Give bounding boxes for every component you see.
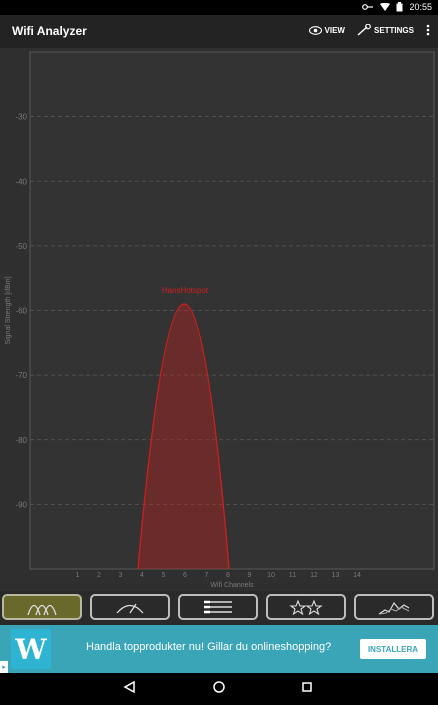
tab-channel-graph[interactable] [2, 594, 82, 620]
x-tick-label: 5 [162, 572, 166, 579]
wifi-icon [380, 2, 391, 11]
time-graph-icon [378, 601, 410, 615]
y-tick-label: -70 [15, 371, 27, 380]
recents-icon[interactable] [302, 682, 312, 692]
settings-label: SETTINGS [373, 25, 414, 35]
x-tick-label: 1 [76, 572, 80, 579]
navigation-bar [0, 673, 438, 700]
x-axis-label: Wifi Channels [210, 582, 254, 589]
eye-icon [308, 25, 322, 35]
tab-time-graph[interactable] [354, 594, 434, 620]
channel-graph-chart: -30-40-50-60-70-80-901 2 3 4 5 6 7 8 9 10 11 12 13 14… [5, 51, 435, 589]
gauge-icon [116, 603, 144, 614]
x-tick-label: 2 [97, 572, 101, 579]
y-tick-label: -60 [15, 307, 27, 316]
x-tick-label: 10 [267, 572, 275, 579]
list-icon [204, 600, 232, 614]
view-button[interactable]: VIEW [308, 25, 345, 35]
back-icon[interactable] [123, 680, 135, 694]
status-bar: 20:55 [0, 0, 438, 15]
battery-icon [396, 2, 403, 12]
settings-button[interactable]: SETTINGS [357, 24, 414, 36]
home-icon[interactable] [213, 681, 225, 693]
network-label: HansHotspot [162, 286, 209, 295]
overflow-menu-icon[interactable] [426, 24, 430, 36]
key-icon [362, 4, 374, 10]
y-tick-label: -90 [15, 500, 27, 509]
wrench-icon [357, 24, 371, 36]
x-tick-label: 11 [289, 572, 296, 579]
app-bar: Wifi Analyzer VIEW SETTINGS [0, 15, 438, 49]
tab-access-points[interactable] [178, 594, 258, 620]
y-tick-label: -30 [15, 113, 27, 122]
x-tick-label: 14 [353, 572, 361, 579]
channel-graph-icon [27, 604, 57, 616]
tab-channel-rating[interactable] [90, 594, 170, 620]
channel-graph-view: -30 -40 -50 -60 -70 -80 -90 1 2 3 4 5 6 7 8 9 10 11 12 13 14… [0, 48, 438, 591]
wish-logo: W [11, 629, 51, 669]
ad-text: Handla topprodukter nu! Gillar du online… [86, 641, 332, 653]
x-tick-label: 6 [183, 572, 187, 579]
y-tick-label: -40 [15, 177, 27, 186]
bottom-tab-bar [0, 591, 438, 625]
x-tick-label: 8 [226, 572, 230, 579]
stars-icon [289, 599, 323, 616]
clock: 20:55 [409, 2, 432, 12]
x-tick-label: 13 [332, 572, 340, 579]
x-tick-label: 12 [310, 572, 318, 579]
y-tick-label: -50 [15, 242, 27, 251]
ad-choices-icon[interactable]: ▸ [0, 661, 8, 673]
y-tick-label: -80 [15, 436, 27, 445]
y-axis-label: Signal Strength [dBm] [5, 276, 12, 344]
install-button[interactable]: INSTALLERA [360, 639, 426, 659]
x-tick-label: 7 [205, 572, 209, 579]
tab-favorites[interactable] [266, 594, 346, 620]
x-tick-label: 9 [248, 572, 252, 579]
view-label: VIEW [324, 25, 345, 35]
x-tick-label: 4 [140, 572, 144, 579]
x-tick-label: 3 [119, 572, 123, 579]
app-title: Wifi Analyzer [12, 24, 87, 38]
ad-banner[interactable]: W Handla topprodukter nu! Gillar du onli… [0, 625, 438, 673]
